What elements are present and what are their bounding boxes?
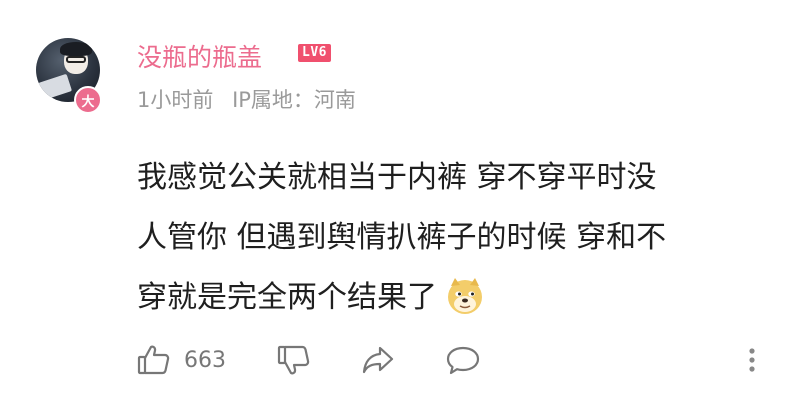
comment-line: 人管你 但遇到舆情扒裤子的时候 穿和不: [137, 220, 667, 255]
thumbs-down-icon: [276, 342, 312, 378]
comment-bubble-icon: [444, 342, 482, 378]
comment-text: 我感觉公关就相当于内裤 穿不穿平时没 人管你 但遇到舆情扒裤子的时候 穿和不 穿…: [137, 148, 777, 328]
more-vertical-icon: [742, 342, 762, 378]
comment-actions: 663: [136, 342, 776, 386]
level-badge: LV6: [298, 44, 331, 62]
avatar-badge: 大: [74, 86, 102, 114]
username[interactable]: 没瓶的瓶盖: [137, 38, 262, 74]
dislike-button[interactable]: [276, 342, 312, 378]
like-button[interactable]: 663: [136, 342, 226, 378]
like-count: 663: [184, 347, 226, 373]
comment-line-last: 穿就是完全两个结果了: [137, 268, 777, 328]
comment-meta: 1小时前 IP属地：河南: [137, 84, 356, 114]
comment-line: 我感觉公关就相当于内裤 穿不穿平时没: [137, 160, 657, 195]
share-icon: [360, 342, 396, 378]
ip-location: IP属地：河南: [232, 88, 356, 112]
reply-button[interactable]: [444, 342, 482, 378]
doge-emoji-icon: [445, 276, 485, 316]
comment-line-text: 穿就是完全两个结果了: [137, 280, 437, 315]
comment-time: 1小时前: [137, 88, 214, 112]
avatar-hair-shape: [60, 42, 92, 56]
more-button[interactable]: [742, 342, 762, 378]
avatar-book-shape: [37, 73, 73, 101]
thumbs-up-icon: [136, 342, 172, 378]
share-button[interactable]: [360, 342, 396, 378]
avatar-glasses-shape: [66, 56, 86, 63]
